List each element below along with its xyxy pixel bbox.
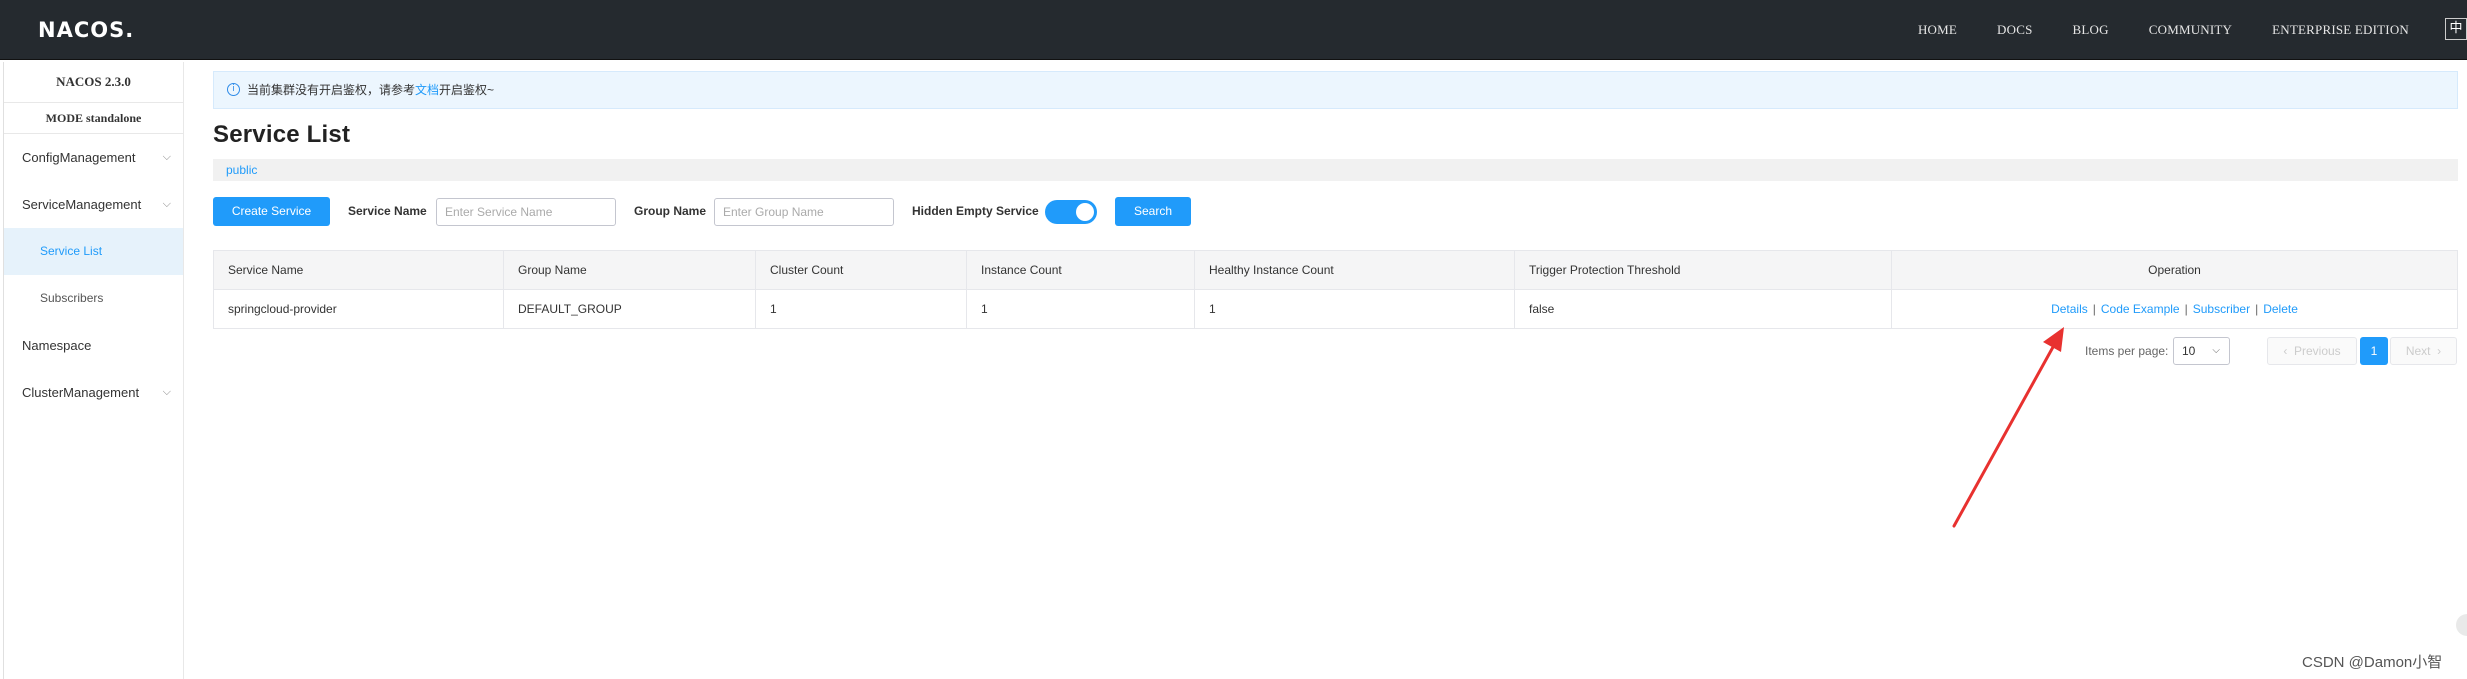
chevron-down-icon: ⌵ (2212, 345, 2220, 356)
sidebar-item-namespace[interactable]: Namespace (4, 322, 183, 369)
toggle-knob (1076, 203, 1094, 221)
service-name-label: Service Name (348, 204, 427, 218)
items-per-page-value: 10 (2182, 344, 2196, 358)
cell-cluster-count: 1 (755, 289, 967, 329)
sidebar-item-label: ClusterManagement (22, 385, 140, 400)
service-table: Service Name Group Name Cluster Count In… (213, 250, 2458, 329)
table-header-row: Service Name Group Name Cluster Count In… (213, 250, 2458, 290)
create-service-button[interactable]: Create Service (213, 197, 330, 226)
namespace-bar: public (213, 159, 2458, 181)
search-button[interactable]: Search (1115, 197, 1191, 226)
chevron-down-icon: ⌵ (162, 151, 171, 163)
nav-docs[interactable]: DOCS (1997, 22, 2032, 38)
language-toggle[interactable]: 中 (2445, 18, 2467, 40)
col-instance-count[interactable]: Instance Count (966, 250, 1195, 290)
previous-page-button[interactable]: ‹ Previous (2267, 337, 2357, 365)
sidebar-item-service-management[interactable]: ServiceManagement ⌵ (4, 181, 183, 228)
col-trigger-protection-threshold[interactable]: Trigger Protection Threshold (1514, 250, 1892, 290)
cell-healthy-instance-count: 1 (1194, 289, 1515, 329)
col-service-name[interactable]: Service Name (213, 250, 504, 290)
sidebar: NACOS 2.3.0 MODE standalone ConfigManage… (3, 62, 184, 679)
notice-text: 当前集群没有开启鉴权，请参考 (247, 83, 416, 97)
nacos-logo[interactable]: NACOS. (38, 18, 134, 42)
table-row: springcloud-provider DEFAULT_GROUP 1 1 1… (213, 289, 2458, 329)
nav-enterprise-edition[interactable]: ENTERPRISE EDITION (2272, 22, 2409, 38)
info-icon: i (227, 83, 240, 96)
page-title: Service List (213, 121, 351, 148)
col-cluster-count[interactable]: Cluster Count (755, 250, 967, 290)
separator: | (2255, 302, 2259, 316)
cell-service-name: springcloud-provider (213, 289, 504, 329)
top-nav: HOME DOCS BLOG COMMUNITY ENTERPRISE EDIT… (1878, 0, 2409, 60)
docs-link[interactable]: 文档 (415, 83, 439, 97)
chevron-left-icon: ‹ (2283, 344, 2288, 358)
chevron-down-icon: ⌵ (162, 198, 171, 210)
service-name-input[interactable] (436, 198, 616, 226)
mode-label: MODE standalone (4, 103, 183, 134)
sidebar-item-label: Namespace (22, 338, 92, 353)
chevron-right-icon: › (2437, 344, 2442, 358)
notice-text-suffix: 开启鉴权~ (439, 83, 495, 97)
sidebar-item-label: ConfigManagement (22, 150, 136, 165)
top-header: NACOS. HOME DOCS BLOG COMMUNITY ENTERPRI… (0, 0, 2467, 60)
col-healthy-instance-count[interactable]: Healthy Instance Count (1194, 250, 1515, 290)
namespace-public[interactable]: public (226, 163, 257, 177)
nav-blog[interactable]: BLOG (2073, 22, 2109, 38)
subscriber-link[interactable]: Subscriber (2193, 302, 2250, 316)
next-page-button[interactable]: Next › (2390, 337, 2457, 365)
previous-label: Previous (2293, 344, 2341, 358)
sidebar-item-service-list[interactable]: Service List (4, 228, 183, 275)
sidebar-item-label: ServiceManagement (22, 197, 142, 212)
col-operation: Operation (1891, 250, 2458, 290)
cell-group-name: DEFAULT_GROUP (503, 289, 756, 329)
items-per-page-select[interactable]: 10 ⌵ (2173, 337, 2230, 365)
cell-operation: Details | Code Example | Subscriber | Delete (1891, 289, 2458, 329)
details-link[interactable]: Details (2051, 302, 2088, 316)
main-content: i 当前集群没有开启鉴权，请参考文档开启鉴权~ Service List pub… (213, 62, 2458, 679)
group-name-label: Group Name (634, 204, 707, 218)
chevron-down-icon: ⌵ (162, 386, 171, 398)
version-label: NACOS 2.3.0 (4, 62, 183, 103)
items-per-page-label: Items per page: (2085, 344, 2169, 358)
auth-notice: i 当前集群没有开启鉴权，请参考文档开启鉴权~ (213, 71, 2458, 109)
sidebar-item-config-management[interactable]: ConfigManagement ⌵ (4, 134, 183, 181)
hidden-empty-service-label: Hidden Empty Service (912, 204, 1039, 218)
filter-bar: Create Service Service Name Group Name H… (213, 197, 2458, 229)
group-name-input[interactable] (714, 198, 894, 226)
cell-instance-count: 1 (966, 289, 1195, 329)
separator: | (2092, 302, 2096, 316)
hidden-empty-service-toggle[interactable] (1045, 200, 1097, 224)
sidebar-item-cluster-management[interactable]: ClusterManagement ⌵ (4, 369, 183, 416)
page-number-current[interactable]: 1 (2360, 337, 2388, 365)
cell-trigger-protection-threshold: false (1514, 289, 1892, 329)
next-label: Next (2405, 344, 2431, 358)
col-group-name[interactable]: Group Name (503, 250, 756, 290)
separator: | (2184, 302, 2188, 316)
watermark: CSDN @Damon小智 (2302, 654, 2443, 671)
nav-community[interactable]: COMMUNITY (2149, 22, 2232, 38)
code-example-link[interactable]: Code Example (2101, 302, 2180, 316)
delete-link[interactable]: Delete (2263, 302, 2298, 316)
nav-home[interactable]: HOME (1918, 22, 1957, 38)
sidebar-item-subscribers[interactable]: Subscribers (4, 275, 183, 322)
